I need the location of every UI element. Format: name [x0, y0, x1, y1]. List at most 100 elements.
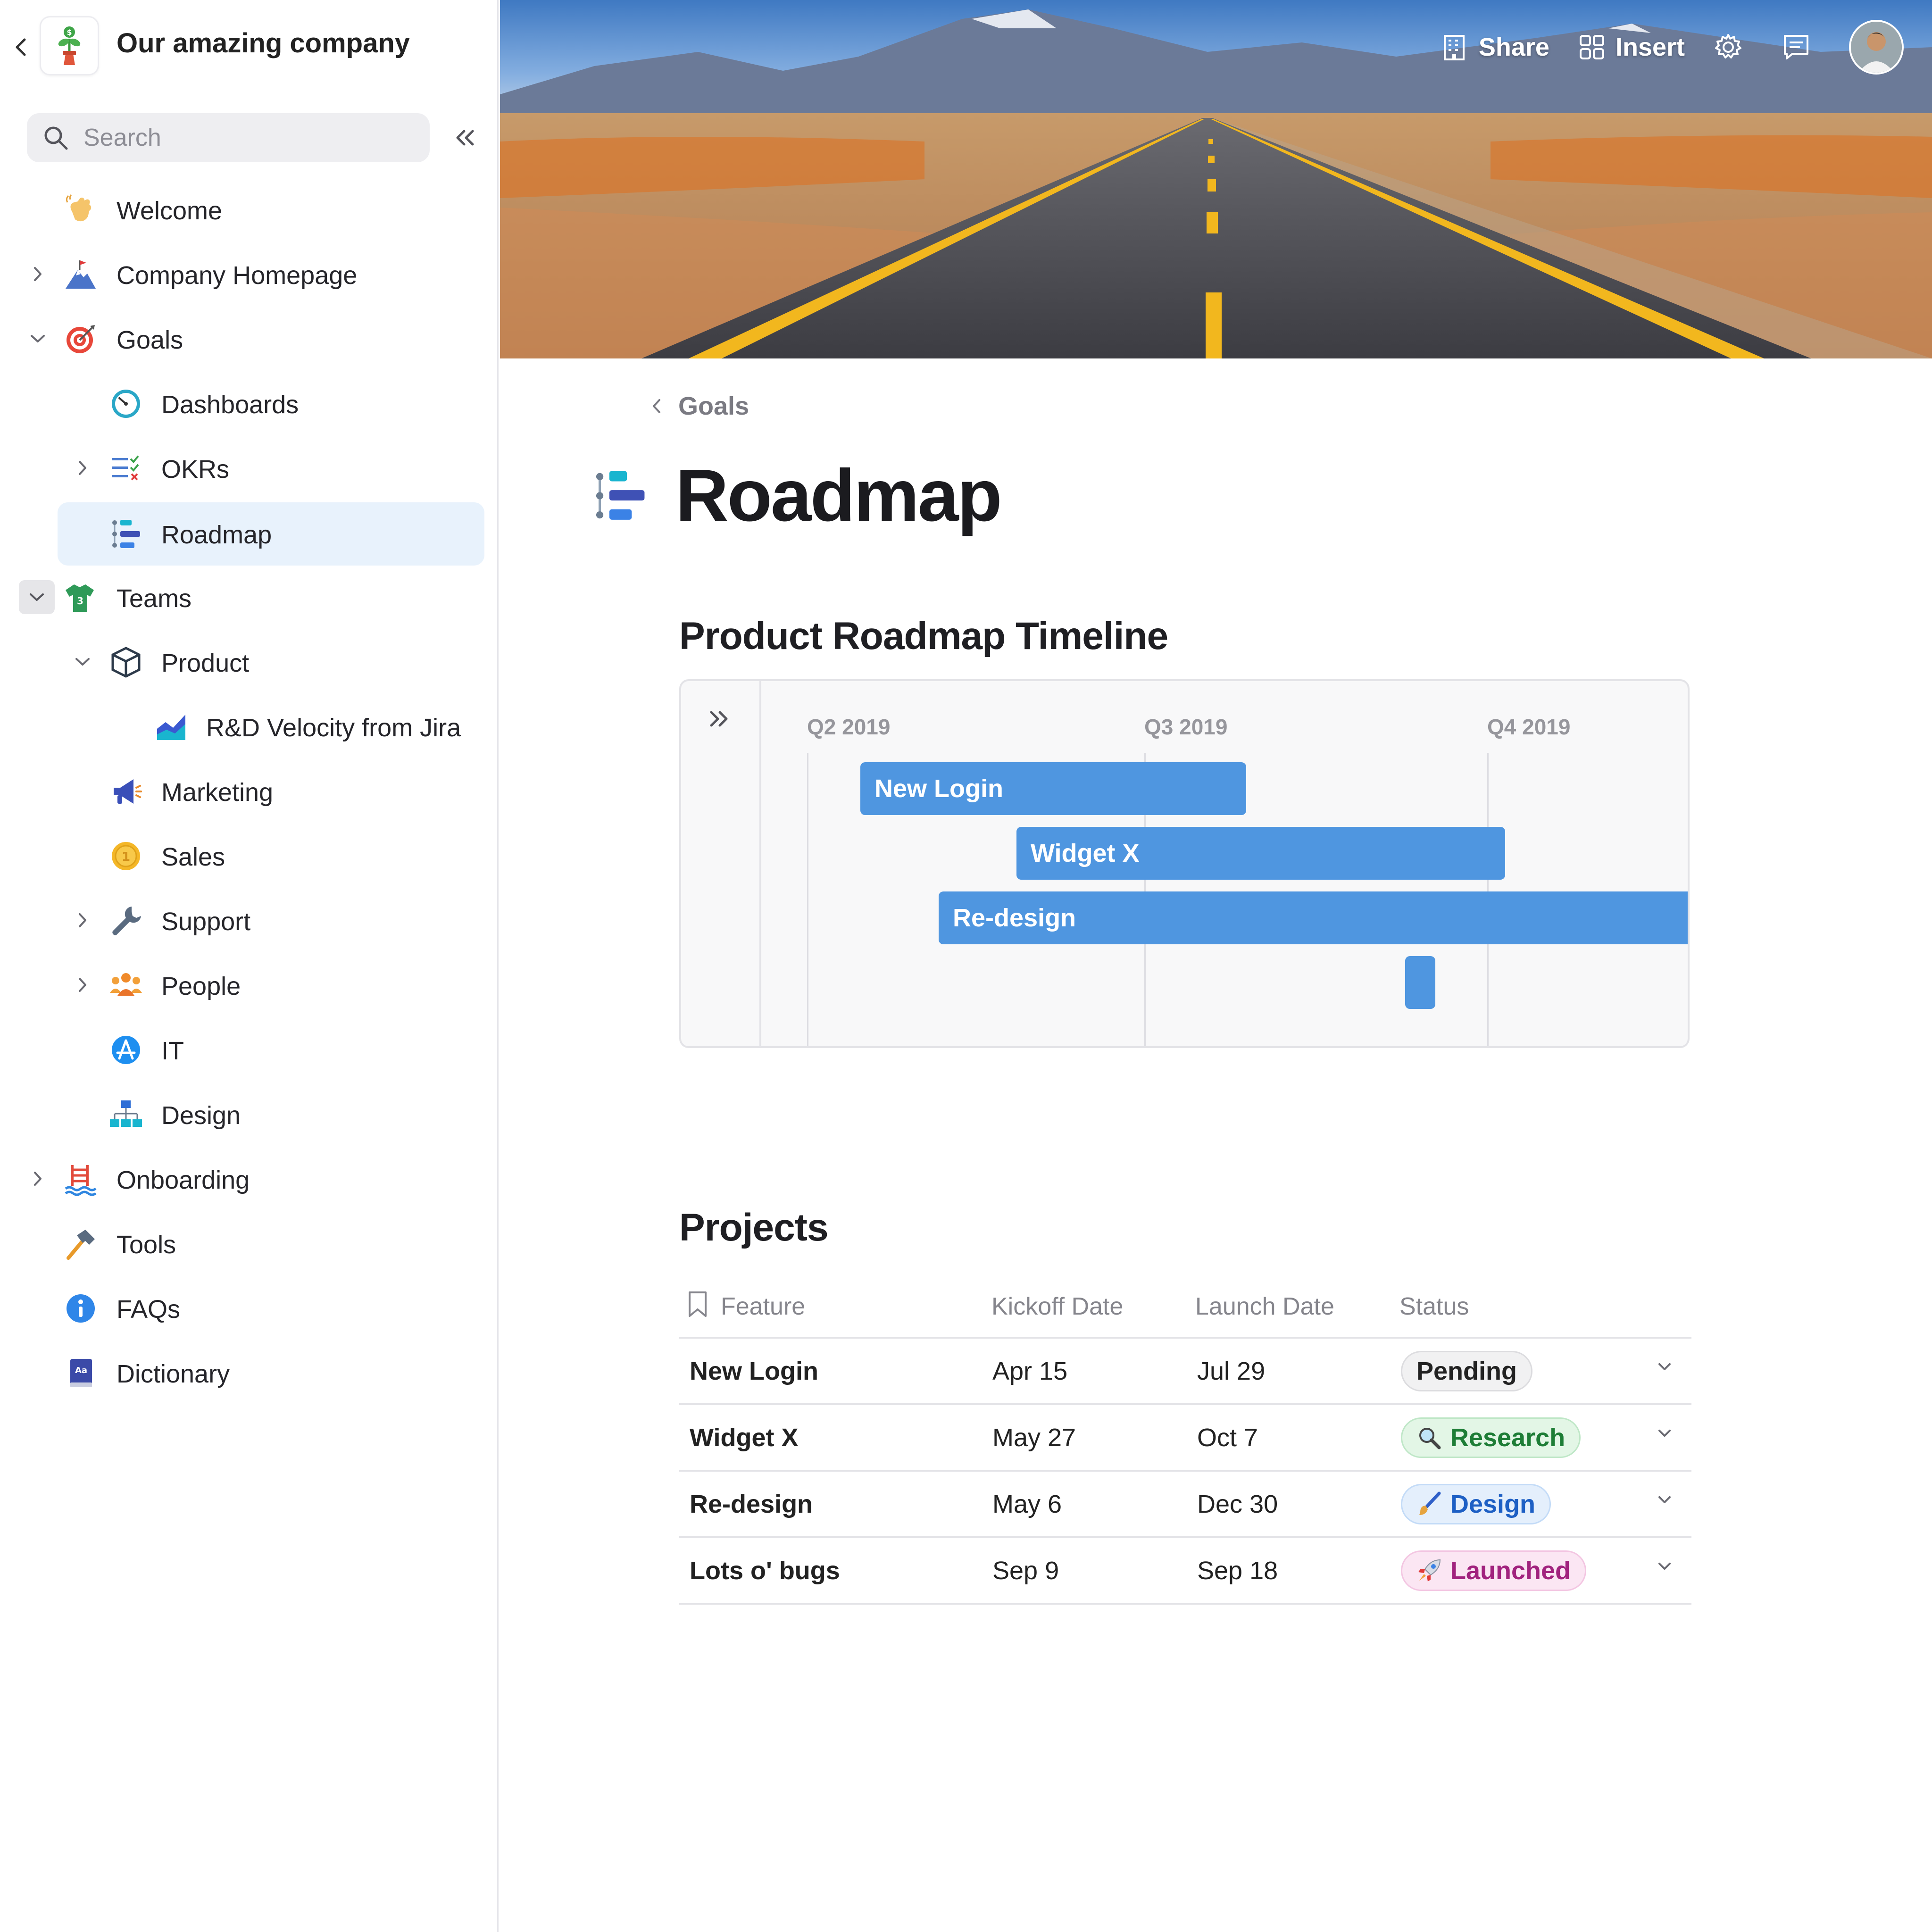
expand-double-chevron-icon[interactable] [708, 709, 732, 731]
back-chevron-icon[interactable] [11, 35, 30, 59]
sidebar-item-roadmap[interactable]: Roadmap [58, 502, 484, 566]
chevron-down-icon[interactable] [1657, 1361, 1673, 1375]
launch-cell[interactable]: Jul 29 [1197, 1357, 1265, 1386]
sidebar-item-label: Teams [117, 584, 192, 613]
chevron-right-icon[interactable] [73, 911, 92, 930]
chevron-down-icon[interactable] [1657, 1428, 1673, 1441]
sidebar-item-people[interactable]: People [68, 957, 479, 1013]
status-badge[interactable]: Pending [1401, 1351, 1532, 1391]
sidebar-item-dictionary[interactable]: Aa Dictionary [58, 1344, 482, 1401]
sidebar-item-tools[interactable]: Tools [58, 1215, 482, 1272]
timeline-bar[interactable]: Widget X [1016, 827, 1505, 880]
sidebar-item-label: OKRs [161, 455, 230, 483]
roadmap-icon [108, 516, 143, 551]
sidebar-item-faqs[interactable]: FAQs [58, 1280, 482, 1336]
projects-title: Projects [679, 1206, 829, 1249]
settings-gear-icon[interactable] [1713, 32, 1753, 62]
hammer-icon [63, 1226, 98, 1261]
kickoff-cell[interactable]: Sep 9 [992, 1556, 1059, 1585]
search-input[interactable] [83, 123, 413, 152]
column-header-launch[interactable]: Launch Date [1195, 1292, 1334, 1321]
chevron-down-icon[interactable] [1657, 1494, 1673, 1508]
feature-cell[interactable]: New Login [690, 1357, 818, 1386]
share-button[interactable]: Share [1441, 33, 1549, 62]
people-icon [108, 968, 143, 1003]
table-row[interactable]: Re-design May 6 Dec 30 Design [679, 1472, 1691, 1538]
sidebar-item-product[interactable]: Product [68, 633, 479, 690]
chevron-right-icon[interactable] [28, 265, 47, 283]
cube-icon [108, 645, 143, 680]
sidebar-item-sales[interactable]: 1 Sales [58, 827, 482, 884]
launch-cell[interactable]: Dec 30 [1197, 1490, 1278, 1519]
sidebar-item-label: Dictionary [117, 1360, 230, 1388]
sidebar-item-label: Dashboards [161, 391, 299, 419]
sidebar-item-label: Goals [117, 326, 183, 354]
sidebar-item-okrs[interactable]: OKRs [68, 440, 479, 496]
column-header-feature[interactable]: Feature [721, 1292, 805, 1321]
chevron-down-icon[interactable] [73, 652, 92, 671]
status-badge[interactable]: Research [1401, 1417, 1581, 1458]
sidebar-item-design[interactable]: Design [58, 1086, 482, 1142]
sidebar-item-welcome[interactable]: Welcome [58, 181, 482, 238]
grid-icon [1579, 35, 1604, 59]
timeline-chart: Q2 2019 Q3 2019 Q4 2019 New Login Widget… [679, 679, 1690, 1048]
sidebar-item-label: IT [161, 1037, 184, 1065]
timeline-bar[interactable]: Re-design [939, 891, 1688, 944]
page-title: Roadmap [675, 455, 1002, 537]
launch-cell[interactable]: Sep 18 [1197, 1556, 1278, 1585]
sidebar-item-onboarding[interactable]: Onboarding [24, 1150, 481, 1207]
area-chart-icon [154, 709, 189, 744]
roadmap-icon[interactable] [593, 467, 651, 527]
chevron-right-icon[interactable] [28, 1169, 47, 1188]
company-logo[interactable]: $ [40, 16, 99, 75]
table-row[interactable]: New Login Apr 15 Jul 29 Pending [679, 1339, 1691, 1405]
sidebar-item-label: Roadmap [161, 521, 272, 549]
org-chart-icon [108, 1097, 143, 1132]
kickoff-cell[interactable]: May 27 [992, 1423, 1076, 1452]
company-name[interactable]: Our amazing company [117, 27, 410, 59]
feature-cell[interactable]: Lots o' bugs [690, 1556, 840, 1585]
sidebar-item-marketing[interactable]: Marketing [58, 763, 482, 819]
sidebar-item-goals[interactable]: Goals [24, 310, 481, 367]
timeline-bar[interactable] [1405, 956, 1435, 1009]
chevron-right-icon[interactable] [73, 458, 92, 477]
table-header: Feature Kickoff Date Launch Date Status [679, 1273, 1691, 1339]
magnifier-icon [1416, 1425, 1442, 1450]
status-label: Launched [1450, 1557, 1571, 1585]
search-box[interactable] [27, 113, 430, 162]
quarter-label: Q4 2019 [1487, 715, 1571, 739]
sidebar-item-company-homepage[interactable]: Company Homepage [24, 246, 481, 302]
timeline-bar[interactable]: New Login [860, 762, 1246, 815]
breadcrumb-parent[interactable]: Goals [678, 391, 749, 421]
timeline-title: Product Roadmap Timeline [679, 615, 1168, 658]
sidebar-item-rd-velocity[interactable]: R&D Velocity from Jira [108, 698, 486, 755]
status-badge[interactable]: Launched [1401, 1550, 1587, 1591]
sidebar-item-support[interactable]: Support [68, 892, 479, 949]
sidebar-item-dashboards[interactable]: Dashboards [58, 375, 482, 432]
column-header-kickoff[interactable]: Kickoff Date [991, 1292, 1123, 1321]
status-badge[interactable]: Design [1401, 1484, 1551, 1524]
breadcrumb[interactable]: Goals [651, 391, 749, 421]
feature-cell[interactable]: Widget X [690, 1423, 799, 1452]
chevron-down-icon[interactable] [19, 580, 55, 614]
timeline-bar-label: Widget X [1031, 839, 1140, 867]
chevron-right-icon[interactable] [73, 975, 92, 994]
launch-cell[interactable]: Oct 7 [1197, 1423, 1258, 1452]
paintbrush-icon [1416, 1491, 1442, 1517]
table-row[interactable]: Lots o' bugs Sep 9 Sep 18 Launched [679, 1538, 1691, 1605]
insert-button[interactable]: Insert [1578, 33, 1685, 62]
comments-icon[interactable] [1781, 32, 1821, 62]
collapse-sidebar-icon[interactable] [450, 124, 479, 152]
chevron-down-icon[interactable] [1657, 1561, 1673, 1574]
column-header-status[interactable]: Status [1399, 1292, 1469, 1321]
app-store-icon [108, 1033, 143, 1067]
sidebar: $ Our amazing company Welcome Company Ho… [0, 0, 499, 1932]
table-row[interactable]: Widget X May 27 Oct 7 Research [679, 1405, 1691, 1472]
chevron-down-icon[interactable] [28, 329, 47, 348]
avatar[interactable] [1849, 20, 1904, 75]
kickoff-cell[interactable]: May 6 [992, 1490, 1062, 1519]
sidebar-item-it[interactable]: IT [58, 1021, 482, 1078]
sidebar-item-teams[interactable]: 3 Teams [19, 569, 481, 625]
kickoff-cell[interactable]: Apr 15 [992, 1357, 1067, 1386]
feature-cell[interactable]: Re-design [690, 1490, 813, 1519]
